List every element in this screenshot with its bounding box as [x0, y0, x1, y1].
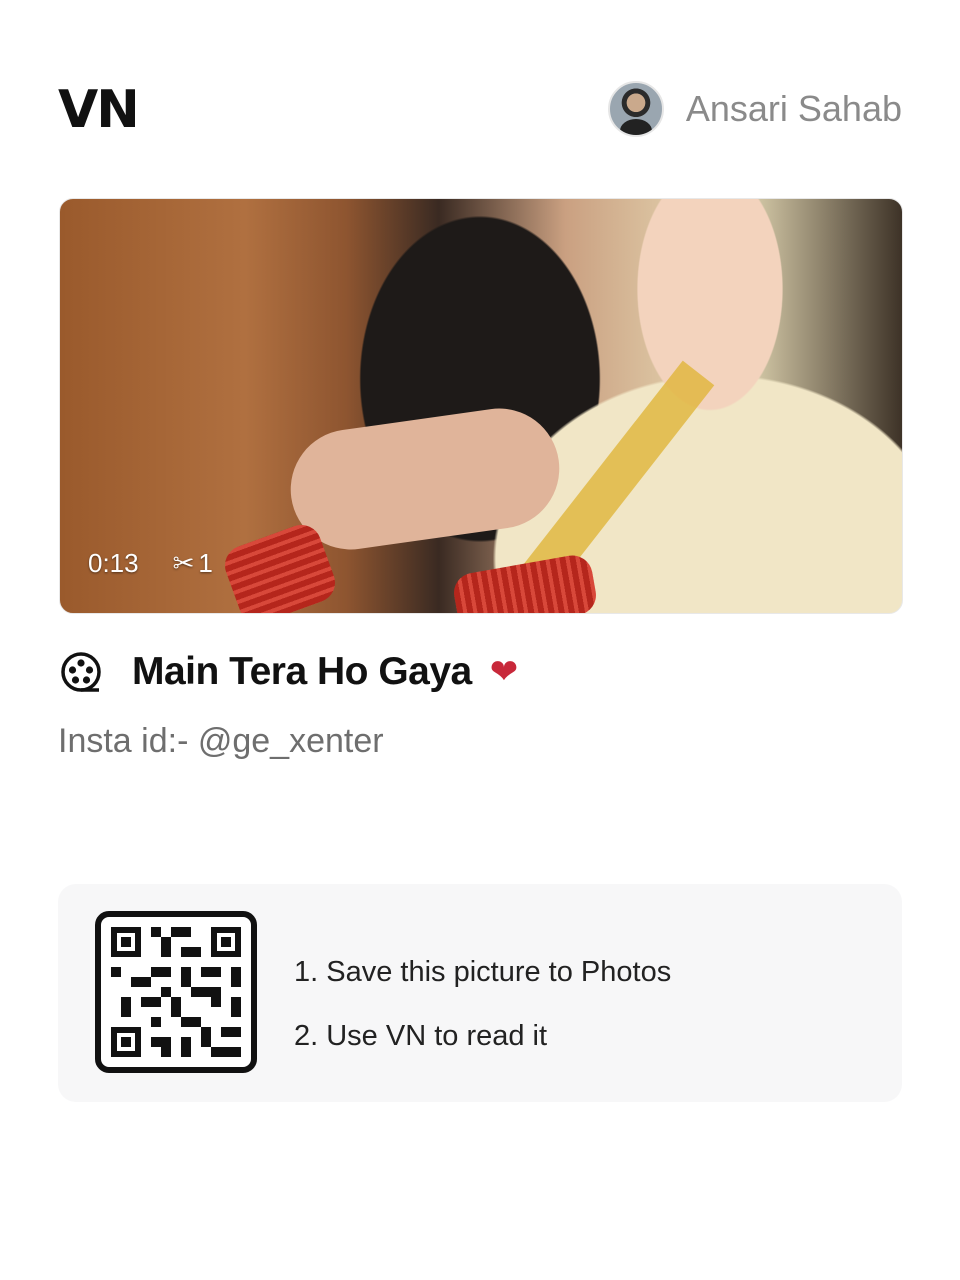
- scissors-icon: ✂: [172, 548, 195, 578]
- clip-count: 1: [198, 548, 213, 578]
- qr-code-pattern: [111, 927, 241, 1057]
- qr-share-card: 1. Save this picture to Photos 2. Use VN…: [58, 884, 902, 1102]
- thumbnail-detail: [282, 400, 568, 558]
- project-title: Main Tera Ho Gaya: [132, 650, 472, 693]
- film-reel-icon: [61, 652, 101, 692]
- project-description: Insta id:- @ge_xenter: [58, 722, 384, 760]
- video-thumbnail[interactable]: 0:13 ✂ 1: [59, 198, 903, 614]
- header: VN Ansari Sahab: [58, 80, 902, 140]
- user-profile[interactable]: Ansari Sahab: [607, 80, 902, 138]
- qr-code[interactable]: [95, 911, 257, 1073]
- instruction-step-2: 2. Use VN to read it: [294, 1020, 548, 1052]
- qr-instructions: 1. Save this picture to Photos 2. Use VN…: [294, 940, 671, 1068]
- project-title-row: Main Tera Ho Gaya ❤: [60, 650, 518, 694]
- instruction-step-1: 1. Save this picture to Photos: [294, 956, 672, 988]
- anatomical-heart-icon: ❤: [489, 653, 519, 691]
- thumbnail-overlay: 0:13 ✂ 1: [88, 548, 213, 579]
- username: Ansari Sahab: [685, 88, 902, 129]
- avatar[interactable]: [607, 81, 664, 137]
- video-duration: 0:13: [88, 548, 139, 578]
- vn-logo: VN: [58, 80, 140, 140]
